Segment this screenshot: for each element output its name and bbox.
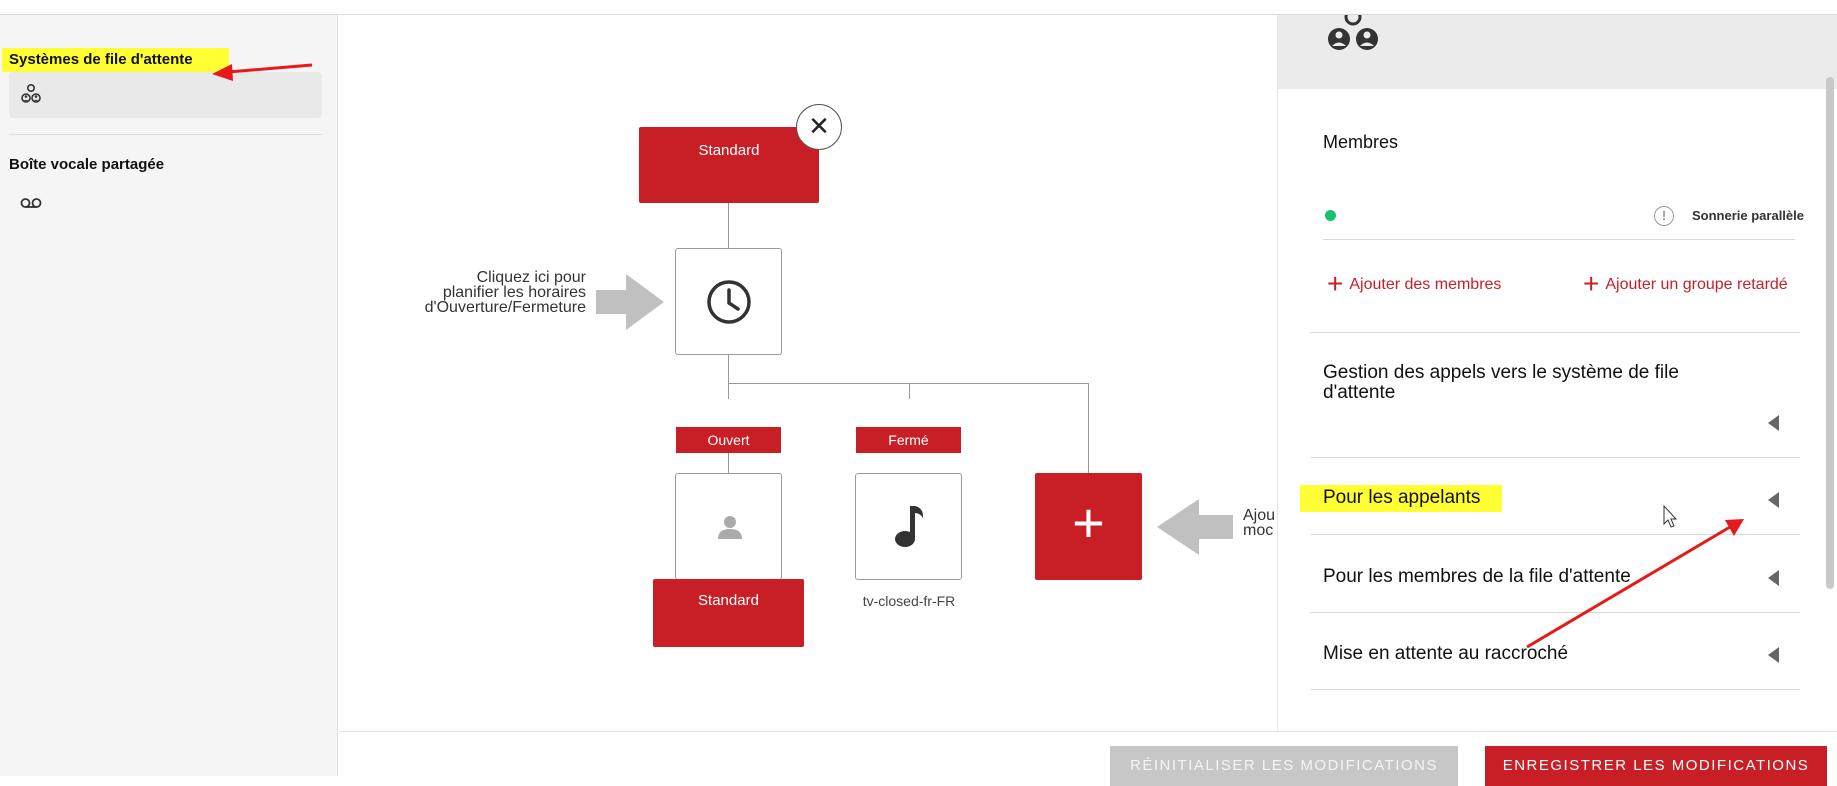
- closed-node[interactable]: [855, 473, 962, 580]
- connector-line: [728, 355, 729, 399]
- open-node[interactable]: [675, 473, 782, 580]
- plus-icon: +: [1072, 491, 1105, 554]
- sidebar-item-queue[interactable]: [9, 72, 322, 118]
- plus-icon: +: [1327, 268, 1344, 299]
- expand-caret-icon[interactable]: [1768, 492, 1779, 508]
- divider: [1310, 457, 1800, 458]
- expand-caret-icon[interactable]: [1768, 415, 1779, 431]
- sidebar-item-voicemail[interactable]: [9, 179, 322, 225]
- reset-changes-button[interactable]: RÉINITIALISER LES MODIFICATIONS: [1110, 746, 1458, 786]
- hint-line: Cliquez ici pour: [476, 269, 586, 286]
- person-icon: [718, 516, 742, 539]
- open-tag: Ouvert: [676, 427, 781, 453]
- section-call-management[interactable]: Gestion des appels vers le système de fi…: [1323, 363, 1763, 403]
- add-members-label: Ajouter des membres: [1349, 276, 1502, 293]
- warning-icon: !: [1654, 206, 1674, 226]
- panel-header: [1278, 15, 1837, 89]
- panel-scrollbar[interactable]: [1826, 77, 1834, 589]
- plus-icon: +: [1583, 268, 1600, 299]
- voicemail-icon: [20, 198, 42, 208]
- section-callers-label: Pour les appelants: [1300, 485, 1503, 512]
- connector-line: [728, 453, 729, 473]
- sidebar: Systèmes de file d'attente Boîte vocale …: [0, 15, 338, 776]
- divider: [1310, 689, 1800, 690]
- group-icon: [21, 84, 41, 103]
- queue-systems-title: Systèmes de file d'attente: [2, 48, 229, 72]
- expand-caret-icon[interactable]: [1768, 647, 1779, 663]
- section-callers[interactable]: Pour les appelants: [1300, 485, 1503, 512]
- hint-arrow-left-icon: [1157, 499, 1233, 555]
- close-icon[interactable]: ✕: [796, 104, 842, 150]
- hint-arrow-right-icon: [596, 274, 664, 330]
- save-changes-button[interactable]: ENREGISTRER LES MODIFICATIONS: [1485, 746, 1827, 786]
- hint-line: planifier les horaires: [442, 284, 586, 301]
- top-standard-node[interactable]: Standard: [639, 127, 819, 203]
- top-standard-label: Standard: [698, 142, 760, 159]
- divider: [1323, 239, 1795, 240]
- open-standard-label: Standard: [698, 592, 759, 609]
- shared-voicemail-title: Boîte vocale partagée: [9, 156, 165, 173]
- divider: [1310, 534, 1800, 535]
- connector-line: [909, 383, 910, 399]
- members-title: Membres: [1323, 132, 1399, 152]
- expand-caret-icon[interactable]: [1768, 570, 1779, 586]
- schedule-hint: Cliquez ici pour planifier les horaires …: [379, 269, 586, 316]
- section-title-line: d'attente: [1323, 382, 1396, 403]
- queue-settings-panel: Membres ! Sonnerie parallèle + Ajouter de…: [1277, 15, 1837, 731]
- section-hold-on-hangup[interactable]: Mise en attente au raccroché: [1323, 643, 1568, 665]
- ring-mode-label: Sonnerie parallèle: [1692, 208, 1804, 223]
- add-node-button[interactable]: +: [1035, 473, 1142, 580]
- divider: [1310, 332, 1800, 333]
- sidebar-divider: [9, 134, 322, 135]
- closed-node-caption: tv-closed-fr-FR: [862, 593, 956, 609]
- group-icon: [1328, 15, 1378, 50]
- add-members-button[interactable]: + Ajouter des membres: [1327, 264, 1502, 299]
- action-bar: RÉINITIALISER LES MODIFICATIONS ENREGIST…: [339, 731, 1837, 786]
- add-delayed-group-label: Ajouter un groupe retardé: [1605, 276, 1788, 293]
- top-border: [0, 0, 1837, 15]
- section-queue-members[interactable]: Pour les membres de la file d'attente: [1323, 566, 1631, 588]
- connector-line: [1088, 383, 1089, 473]
- hint-line: d'Ouverture/Fermeture: [424, 299, 586, 316]
- flow-canvas: Standard ✕ Cliquez ici pour planifier le…: [339, 15, 1277, 731]
- connector-line: [728, 203, 729, 249]
- section-title-line: Gestion des appels vers le système de fi…: [1323, 362, 1679, 383]
- divider: [1310, 612, 1800, 613]
- schedule-node[interactable]: [675, 248, 782, 355]
- status-dot: [1325, 210, 1336, 221]
- closed-tag: Fermé: [856, 427, 961, 453]
- open-standard-node[interactable]: Standard: [653, 579, 804, 647]
- music-note-icon: [895, 506, 923, 547]
- clock-icon: [707, 280, 751, 324]
- add-delayed-group-button[interactable]: + Ajouter un groupe retardé: [1583, 264, 1788, 299]
